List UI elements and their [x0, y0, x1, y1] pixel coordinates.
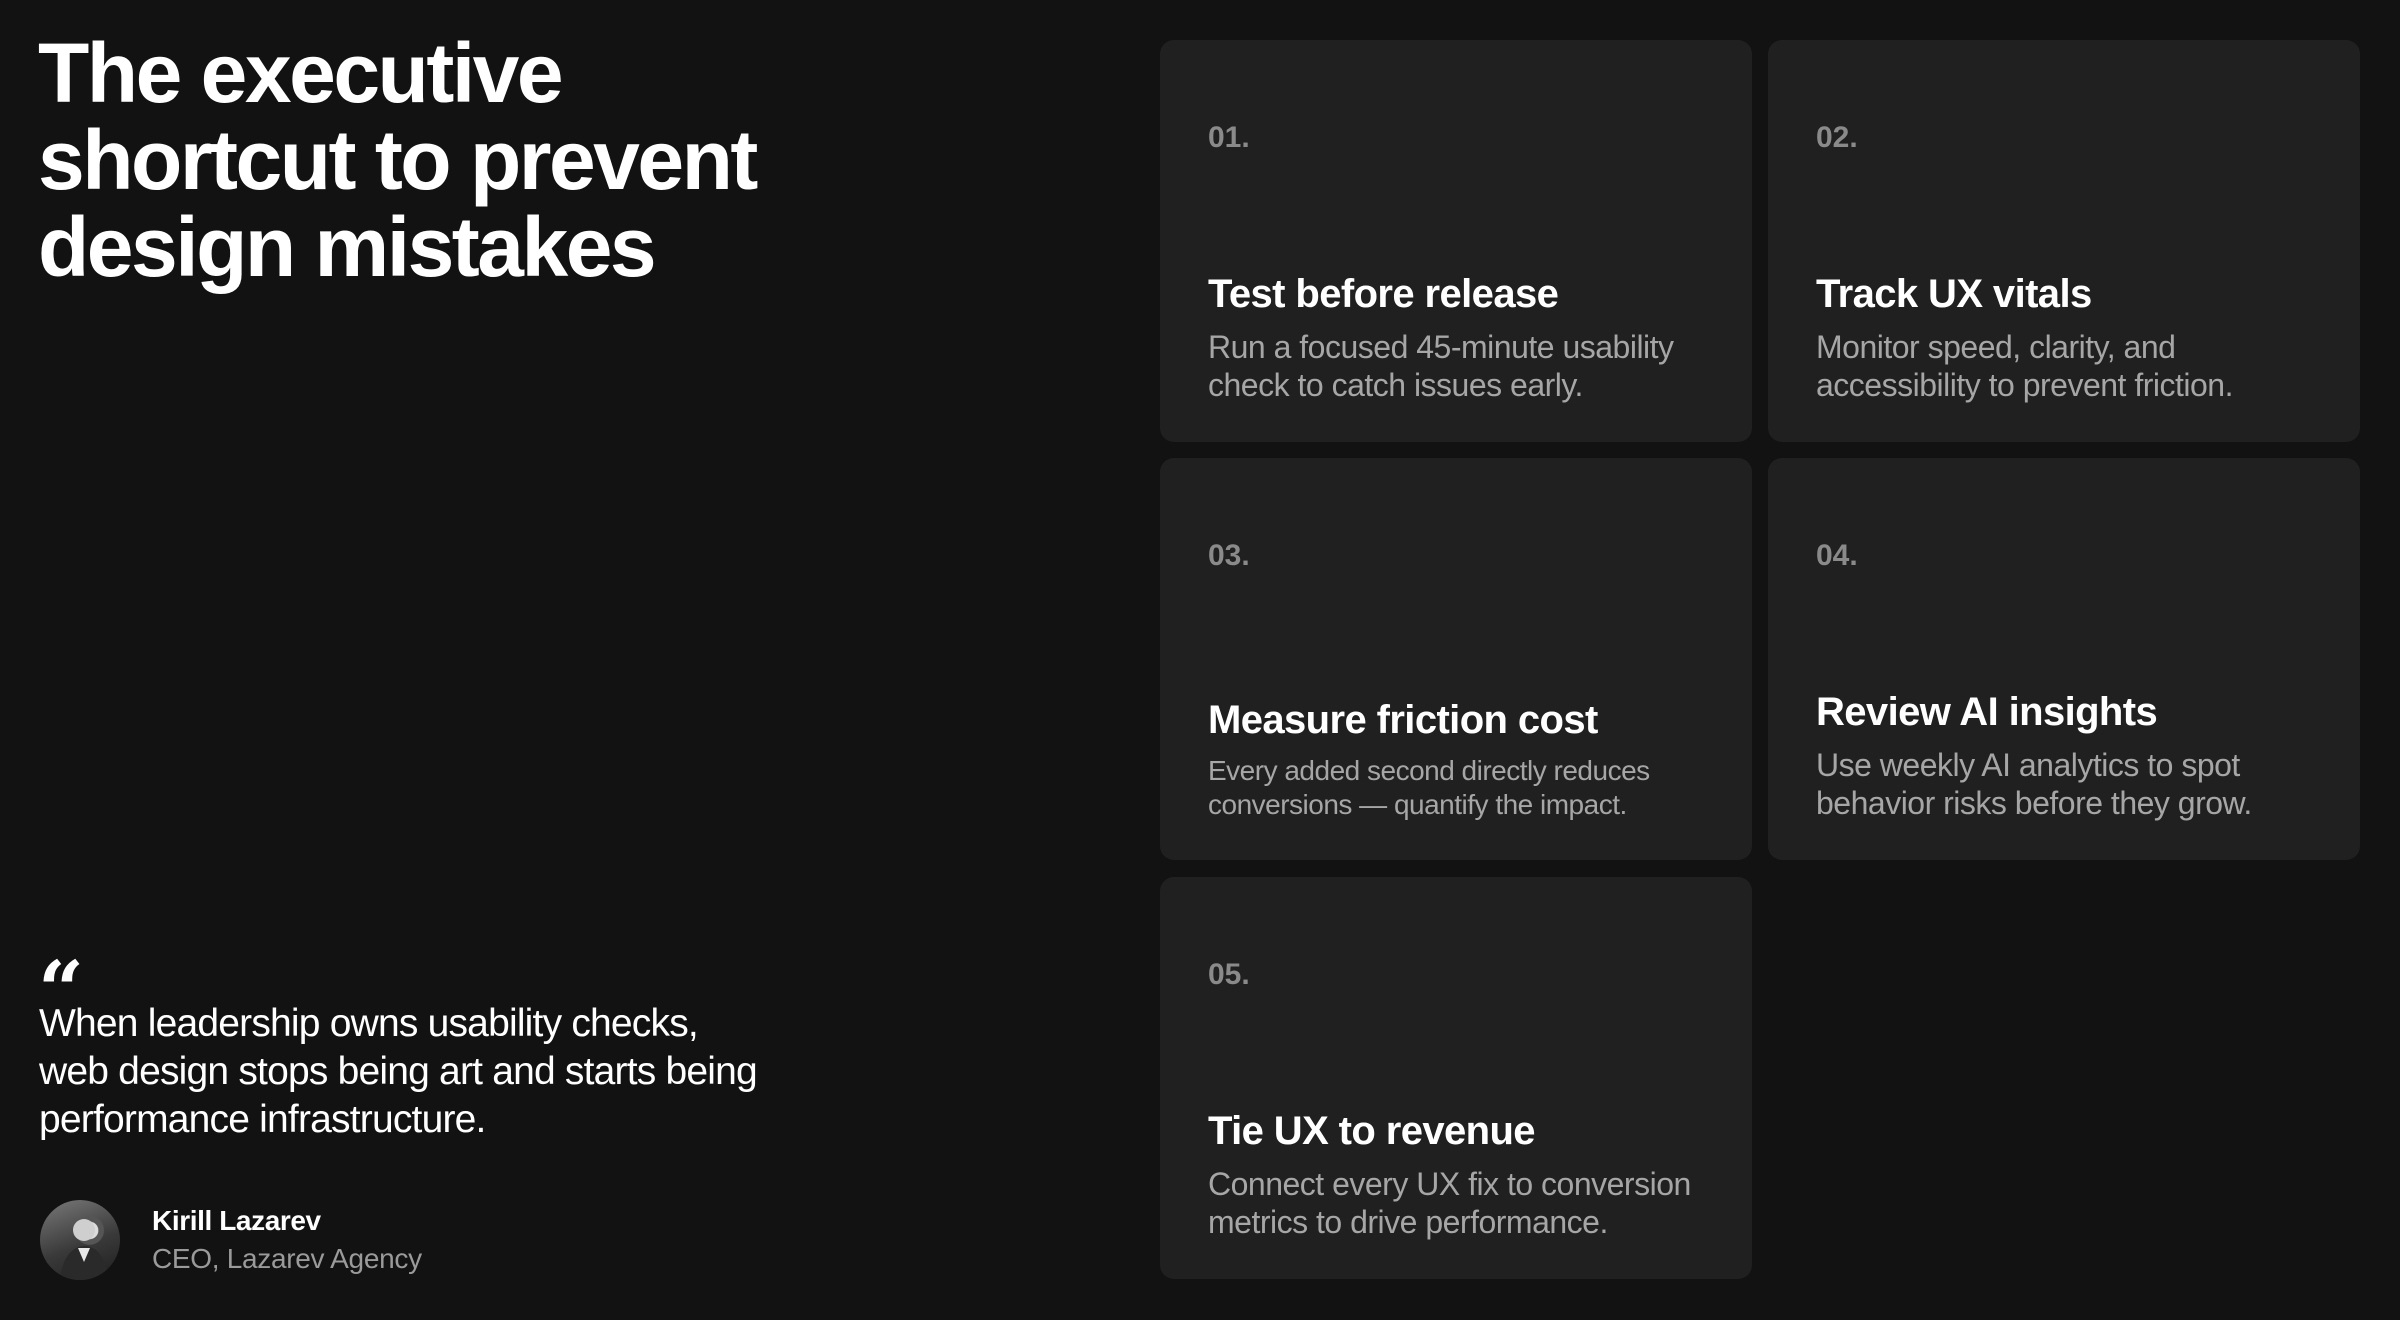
- card-description: Monitor speed, clarity, and accessibilit…: [1816, 329, 2233, 403]
- card-number: 01.: [1208, 121, 1250, 154]
- author-role: CEO, Lazarev Agency: [152, 1243, 422, 1274]
- card-title: Track UX vitals: [1816, 272, 2092, 316]
- author-block: Kirill Lazarev CEO, Lazarev Agency: [40, 1200, 422, 1280]
- author-info: Kirill Lazarev CEO, Lazarev Agency: [152, 1202, 422, 1278]
- card-body: Review AI insights Use weekly AI analyti…: [1816, 686, 2320, 822]
- step-card-03: 03. Measure friction cost Every added se…: [1160, 458, 1752, 860]
- card-title: Tie UX to revenue: [1208, 1109, 1536, 1153]
- card-body: Tie UX to revenue Connect every UX fix t…: [1208, 1105, 1712, 1241]
- card-description: Every added second directly reduces conv…: [1208, 755, 1650, 820]
- page-title: The executive shortcut to prevent design…: [38, 26, 758, 294]
- card-body: Test before release Run a focused 45-min…: [1208, 268, 1712, 404]
- card-number: 03.: [1208, 539, 1250, 572]
- step-card-04: 04. Review AI insights Use weekly AI ana…: [1768, 458, 2360, 860]
- card-description: Use weekly AI analytics to spot behavior…: [1816, 747, 2252, 821]
- card-body: Measure friction cost Every added second…: [1208, 694, 1712, 822]
- quote-text: When leadership owns usability checks, w…: [39, 1002, 758, 1141]
- card-description: Run a focused 45-minute usability check …: [1208, 329, 1674, 403]
- card-title: Review AI insights: [1816, 690, 2158, 734]
- card-description: Connect every UX fix to conversion metri…: [1208, 1166, 1691, 1240]
- step-card-01: 01. Test before release Run a focused 45…: [1160, 40, 1752, 442]
- card-title: Measure friction cost: [1208, 698, 1598, 742]
- card-number: 04.: [1816, 539, 1858, 572]
- avatar: [40, 1200, 120, 1280]
- card-number: 05.: [1208, 958, 1250, 991]
- card-title: Test before release: [1208, 272, 1559, 316]
- card-number: 02.: [1816, 121, 1858, 154]
- card-body: Track UX vitals Monitor speed, clarity, …: [1816, 268, 2320, 404]
- step-card-05: 05. Tie UX to revenue Connect every UX f…: [1160, 877, 1752, 1279]
- person-icon: [60, 1219, 108, 1280]
- author-name: Kirill Lazarev: [152, 1205, 321, 1236]
- step-card-02: 02. Track UX vitals Monitor speed, clari…: [1768, 40, 2360, 442]
